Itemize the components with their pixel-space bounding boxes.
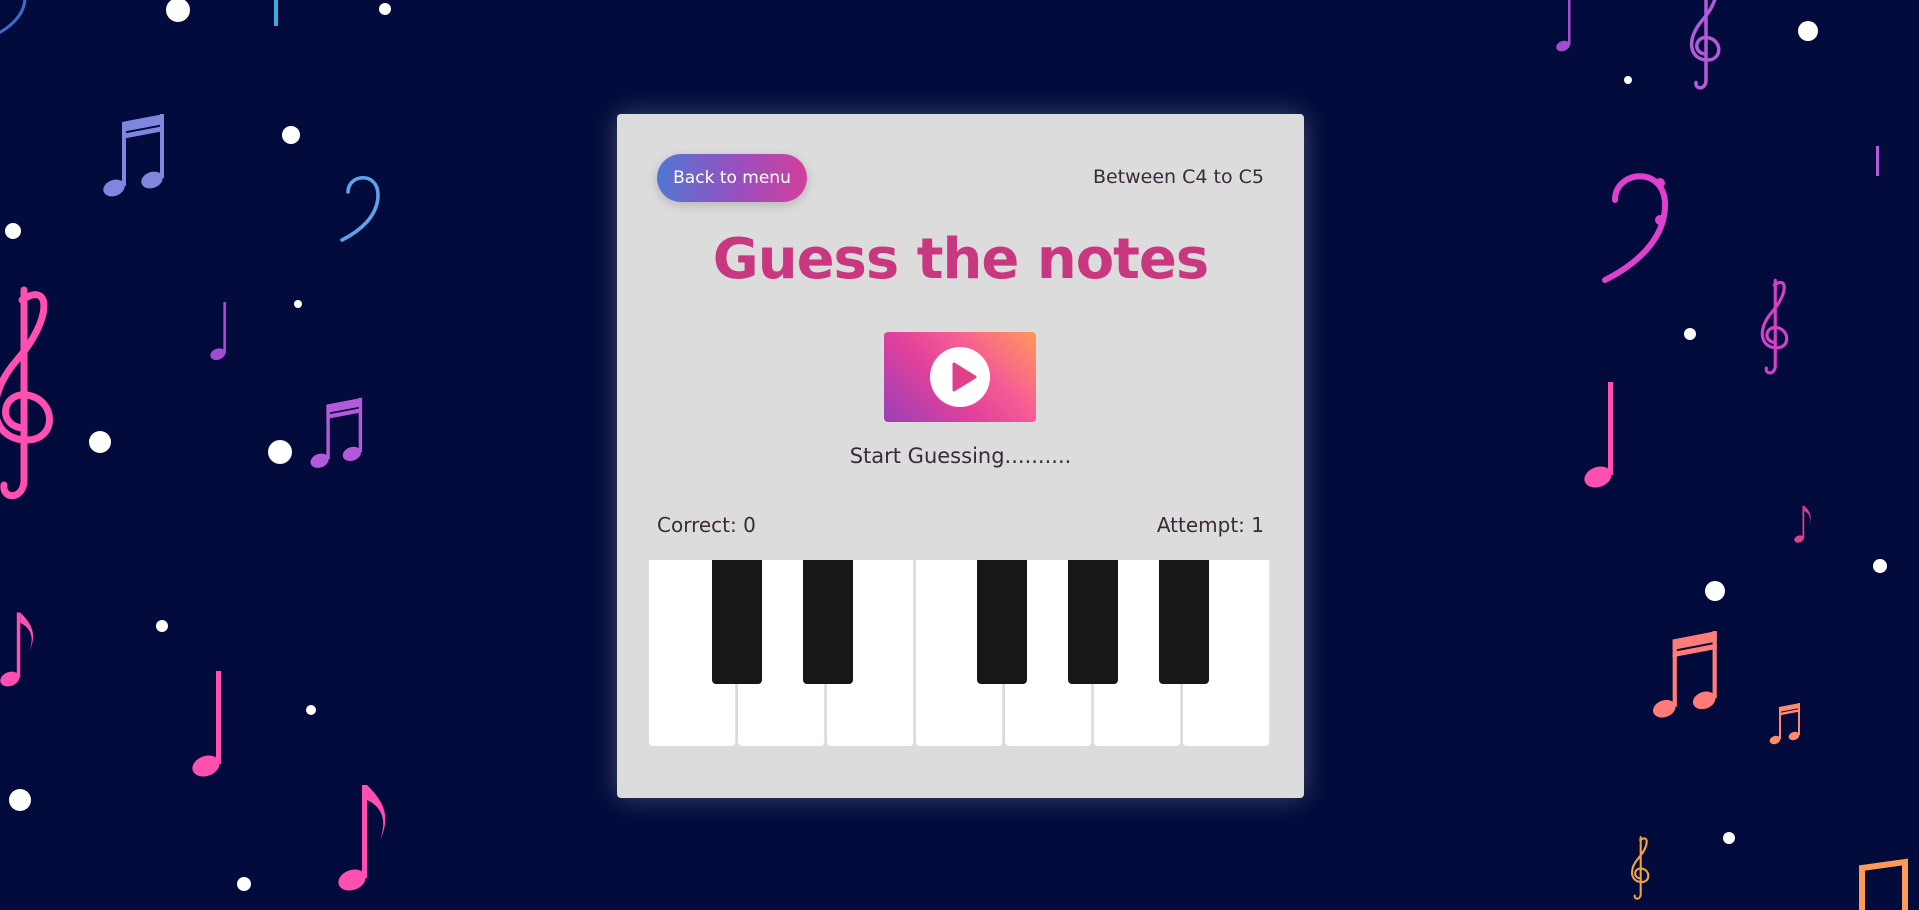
- piano-key-g-sharp4[interactable]: [1068, 560, 1118, 684]
- piano-key-c-sharp4[interactable]: [712, 560, 762, 684]
- game-card: Back to menu Between C4 to C5 Guess the …: [617, 114, 1304, 798]
- piano-key-d-sharp4[interactable]: [803, 560, 853, 684]
- page-title: Guess the notes: [712, 227, 1210, 292]
- note-range-label: Between C4 to C5: [1092, 166, 1264, 188]
- piano-keyboard: [649, 560, 1271, 748]
- piano-key-f-sharp4[interactable]: [977, 560, 1027, 684]
- status-text: Start Guessing..........: [849, 444, 1072, 468]
- correct-count: Correct: 0: [657, 513, 756, 537]
- attempt-count: Attempt: 1: [1156, 513, 1264, 537]
- play-icon: [930, 347, 990, 407]
- play-button[interactable]: [884, 332, 1036, 422]
- back-to-menu-button[interactable]: Back to menu: [657, 154, 807, 202]
- piano-key-a-sharp4[interactable]: [1159, 560, 1209, 684]
